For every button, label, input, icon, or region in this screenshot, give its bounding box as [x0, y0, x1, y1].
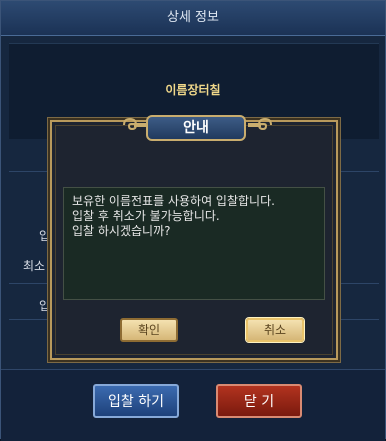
window-title: 상세 정보: [1, 1, 385, 36]
bid-button[interactable]: 입찰 하기: [93, 384, 179, 418]
confirm-button[interactable]: 확인: [120, 318, 178, 342]
min-label: 최소: [23, 259, 46, 273]
window-footer: [1, 369, 385, 441]
message-line: 보유한 이름전표를 사용하여 입찰합니다.: [72, 194, 275, 208]
dialog-title: 안내: [146, 115, 246, 141]
bid-label-2: 입: [39, 299, 51, 313]
cancel-button[interactable]: 취소: [246, 318, 304, 342]
ornament-icon: [123, 117, 147, 131]
message-line: 입찰 후 취소가 불가능합니다.: [72, 209, 220, 223]
notice-dialog: 안내 보유한 이름전표를 사용하여 입찰합니다. 입찰 후 취소가 불가능합니다…: [50, 115, 338, 360]
bid-label: 입: [39, 229, 51, 243]
close-button[interactable]: 닫 기: [216, 384, 302, 418]
message-line: 입찰 하시겠습니까?: [72, 224, 171, 238]
ornament-icon: [248, 117, 272, 131]
dialog-message: 보유한 이름전표를 사용하여 입찰합니다. 입찰 후 취소가 불가능합니다. 입…: [63, 187, 325, 300]
item-name: 이름장터칠: [165, 83, 221, 97]
